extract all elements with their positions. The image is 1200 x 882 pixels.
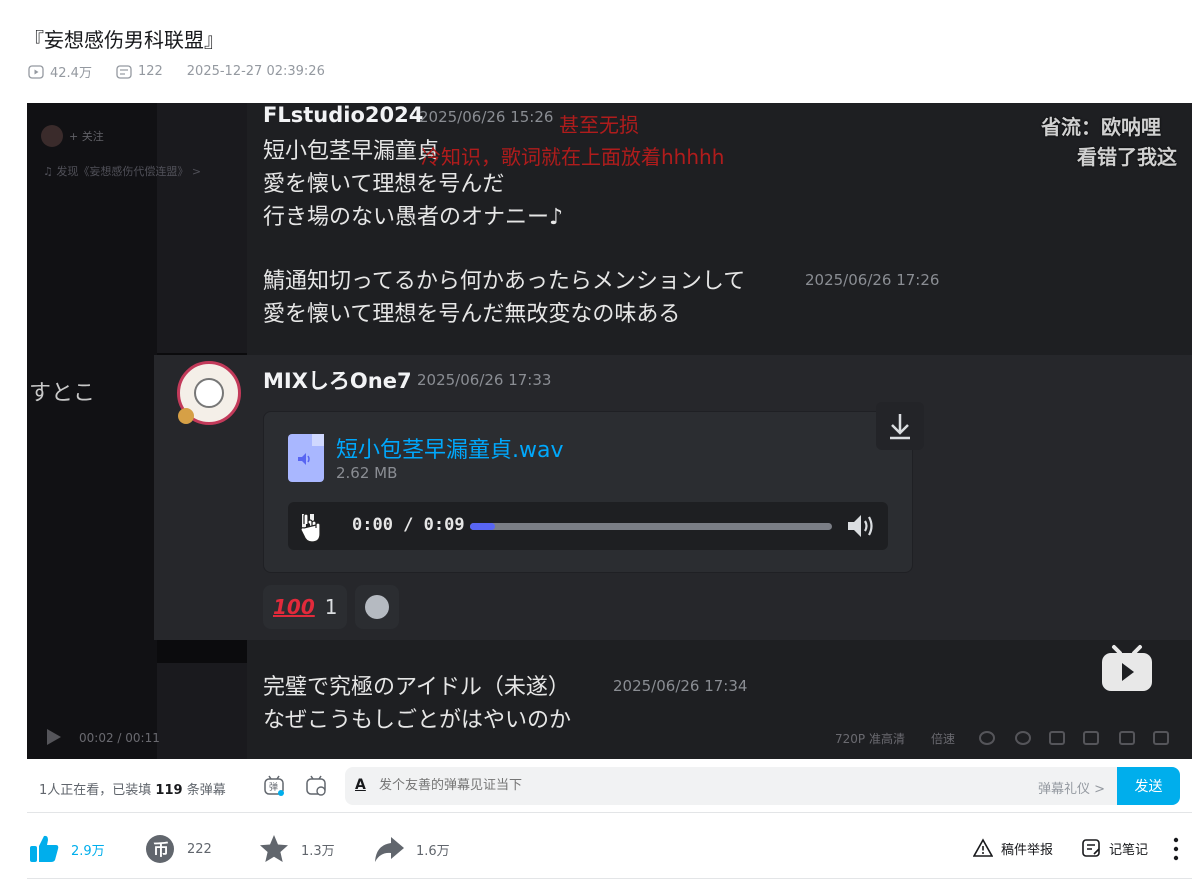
danmaku-comment: 看错了我这 xyxy=(1077,145,1177,169)
reaction-count: 1 xyxy=(324,595,338,619)
audio-file-name: 短小包茎早漏童貞.wav xyxy=(336,438,564,463)
star-icon xyxy=(260,835,288,862)
view-count: 42.4万 xyxy=(50,66,92,81)
danmaku-comment: 甚至无损 xyxy=(559,113,639,137)
message-line: 鯖通知切ってるから何かあったらメンションして xyxy=(263,269,746,294)
danmaku-input-box[interactable]: A 弹幕礼仪 > xyxy=(345,767,1117,805)
volume-icon xyxy=(848,515,873,537)
report-label: 稿件举报 xyxy=(1001,842,1054,858)
pip-icon[interactable] xyxy=(1049,731,1065,745)
thumbs-up-icon xyxy=(30,835,59,862)
mix-user-avatar xyxy=(177,361,241,425)
play-count-icon xyxy=(28,64,44,79)
message-timestamp: 2025/06/26 17:26 xyxy=(805,271,940,289)
play-icon[interactable] xyxy=(47,729,61,745)
danmaku-send-bar: 1人正在看，已装填 119 条弹幕 弹 A 弹幕礼仪 > 发送 xyxy=(27,759,1192,813)
settings-icon[interactable] xyxy=(1015,731,1031,745)
more-options-icon[interactable] xyxy=(1173,836,1179,862)
audio-file-icon xyxy=(288,434,324,482)
viewer-suffix: 条弹幕 xyxy=(186,783,226,798)
video-meta: 42.4万 122 2025-12-27 02:39:26 xyxy=(28,62,325,81)
svg-text:弹: 弹 xyxy=(269,781,278,793)
message-timestamp: 2025/06/26 17:33 xyxy=(417,371,552,389)
reaction-hundred: 100 1 xyxy=(263,585,348,629)
video-player[interactable]: + 关注 ♫ 发现《妄想感伤代偿连盟》 > すとこ FLstudio2024 2… xyxy=(27,103,1192,759)
coin-button[interactable]: 币 222 xyxy=(143,832,212,866)
danmaku-count-icon xyxy=(116,64,132,79)
video-uploader-avatar xyxy=(41,125,63,147)
coin-count: 222 xyxy=(187,841,212,857)
danmaku-count: 122 xyxy=(137,64,163,79)
web-fullscreen-icon[interactable] xyxy=(1119,731,1135,745)
like-count: 2.9万 xyxy=(71,843,105,859)
hand-cursor-icon xyxy=(300,513,321,543)
speed-selector[interactable]: 倍速 xyxy=(931,730,955,747)
share-button[interactable]: 1.6万 xyxy=(372,832,450,866)
audio-attachment: 短小包茎早漏童貞.wav 2.62 MB 0:00 / 0:09 xyxy=(263,402,924,573)
message-timestamp: 2025/06/26 15:26 xyxy=(419,108,554,126)
video-music-label: ♫ 发现《妄想感伤代偿连盟》 > xyxy=(43,165,202,178)
danmaku-comment: 省流：欧呐哩 xyxy=(1041,115,1161,139)
hundred-emoji-icon: 100 xyxy=(273,595,315,619)
audio-time: 0:00 / 0:09 xyxy=(352,515,465,535)
message-username: MIXしろOne7 xyxy=(263,369,412,393)
fullscreen-icon[interactable] xyxy=(1153,731,1169,745)
video-title: 『妄想感伤男科联盟』 xyxy=(24,28,224,52)
message-line: 愛を懐いて理想を号んだ xyxy=(263,172,505,197)
danmaku-comment: 冷知识，歌词就在上面放着hhhhh xyxy=(421,145,725,169)
follow-label: + 关注 xyxy=(69,130,104,143)
video-action-toolbar: 2.9万 币 222 1.3万 1.6万 稿件举报 记笔记 xyxy=(27,826,1192,872)
warning-icon xyxy=(973,838,993,857)
loaded-danmaku-count: 119 xyxy=(155,783,183,798)
share-icon xyxy=(375,837,404,862)
player-control-bar: 00:02 / 00:11 720P 准高清 倍速 xyxy=(27,719,1192,759)
smiley-icon xyxy=(365,595,390,619)
add-reaction xyxy=(355,585,400,629)
send-danmaku-button[interactable]: 发送 xyxy=(1117,767,1180,805)
share-count: 1.6万 xyxy=(416,843,450,859)
divider xyxy=(27,878,1192,879)
video-left-strip xyxy=(27,103,157,759)
viewer-prefix: 1人正在看，已装填 xyxy=(39,783,152,798)
svg-text:币: 币 xyxy=(153,840,169,859)
notes-button[interactable]: 记笔记 xyxy=(1081,838,1148,858)
publish-date: 2025-12-27 02:39:26 xyxy=(186,64,325,79)
message-username: FLstudio2024 xyxy=(263,103,424,127)
widescreen-icon[interactable] xyxy=(1083,731,1099,745)
video-follow: + 关注 xyxy=(41,125,104,147)
notes-icon xyxy=(1082,839,1100,857)
danmaku-etiquette-link[interactable]: 弹幕礼仪 > xyxy=(1038,778,1105,797)
danmaku-style-icon[interactable]: A xyxy=(355,777,366,793)
like-button[interactable]: 2.9万 xyxy=(27,832,105,866)
player-time: 00:02 / 00:11 xyxy=(79,731,160,745)
bilibili-tv-icon xyxy=(1102,645,1152,691)
video-side-text: すとこ xyxy=(29,381,96,406)
danmaku-toggle-icon[interactable]: 弹 xyxy=(263,775,285,797)
quality-selector[interactable]: 720P 准高清 xyxy=(835,730,905,747)
favorite-count: 1.3万 xyxy=(301,843,335,859)
music-text: 发现《妄想感伤代偿连盟》 > xyxy=(56,165,202,178)
message-line: 愛を懐いて理想を号んだ無改変なの味ある xyxy=(263,302,681,327)
reactions: 100 1 xyxy=(263,585,400,629)
audio-file-size: 2.62 MB xyxy=(336,464,398,482)
danmaku-settings-icon[interactable] xyxy=(305,775,327,797)
favorite-button[interactable]: 1.3万 xyxy=(257,832,335,866)
message-line: 完璧で究極のアイドル（未遂） xyxy=(263,675,570,700)
report-button[interactable]: 稿件举报 xyxy=(973,838,1053,858)
download-button xyxy=(876,402,924,450)
audio-progress-track xyxy=(470,523,832,530)
message-line: 行き場のない愚者のオナニー♪ xyxy=(263,205,564,230)
audio-progress-fill xyxy=(470,523,496,530)
danmaku-input[interactable] xyxy=(379,778,979,793)
message-line: 短小包茎早漏童貞 xyxy=(263,139,440,164)
message-timestamp: 2025/06/26 17:34 xyxy=(613,677,748,695)
notes-label: 记笔记 xyxy=(1109,842,1149,858)
viewer-info: 1人正在看，已装填 119 条弹幕 xyxy=(39,779,226,798)
download-icon xyxy=(890,414,910,440)
volume-control-icon[interactable] xyxy=(979,731,995,745)
video-left-panel xyxy=(157,103,247,353)
audio-player: 0:00 / 0:09 xyxy=(288,502,888,550)
coin-icon: 币 xyxy=(146,835,174,863)
